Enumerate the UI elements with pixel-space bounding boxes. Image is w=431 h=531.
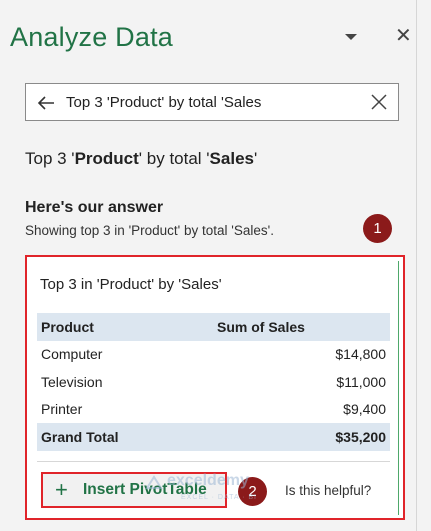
insert-pivottable-button[interactable]: + Insert PivotTable: [41, 472, 227, 508]
step-marker-2: 2: [238, 477, 267, 506]
cell-sales: $9,400: [343, 401, 386, 418]
answer-subtext: Showing top 3 in 'Product' by total 'Sal…: [25, 223, 274, 238]
cell-sales: $14,800: [335, 346, 386, 363]
pane-border: [416, 0, 417, 531]
card-accent-line: [397, 261, 399, 515]
card-divider: [37, 461, 390, 462]
pane-title: Analyze Data: [10, 22, 173, 52]
search-box[interactable]: [25, 83, 399, 121]
table-row: Computer $14,800: [37, 341, 390, 369]
table-header-row: Product Sum of Sales: [37, 313, 390, 341]
analyze-data-pane: Analyze Data ✕ Top 3 'Product' by total …: [0, 0, 431, 531]
clear-icon[interactable]: [370, 93, 388, 111]
cell-product: Computer: [41, 346, 103, 363]
card-title: Top 3 in 'Product' by 'Sales': [40, 276, 222, 293]
back-arrow-icon[interactable]: [36, 93, 56, 113]
step-marker-1: 1: [363, 214, 392, 243]
grand-total-value: $35,200: [335, 428, 386, 445]
column-header-product: Product: [41, 318, 94, 335]
close-icon[interactable]: ✕: [395, 26, 412, 46]
result-table: Product Sum of Sales Computer $14,800 Te…: [37, 313, 390, 451]
table-row: Printer $9,400: [37, 396, 390, 424]
answer-heading: Here's our answer: [25, 199, 164, 216]
cell-product: Printer: [41, 401, 83, 418]
cell-product: Television: [41, 373, 103, 390]
insert-pivottable-label: Insert PivotTable: [83, 481, 207, 498]
table-row: Television $11,000: [37, 368, 390, 396]
grand-total-label: Grand Total: [41, 428, 119, 445]
plus-icon: +: [55, 477, 68, 502]
feedback-link[interactable]: Is this helpful?: [285, 483, 371, 498]
answer-card: Top 3 in 'Product' by 'Sales' Product Su…: [25, 255, 405, 520]
query-text: Top 3 'Product' by total 'Sales': [25, 149, 258, 168]
search-input[interactable]: [66, 90, 356, 114]
chevron-down-icon[interactable]: [345, 34, 357, 40]
column-header-sales: Sum of Sales: [217, 318, 305, 335]
cell-sales: $11,000: [336, 373, 386, 390]
grand-total-row: Grand Total $35,200: [37, 423, 390, 451]
